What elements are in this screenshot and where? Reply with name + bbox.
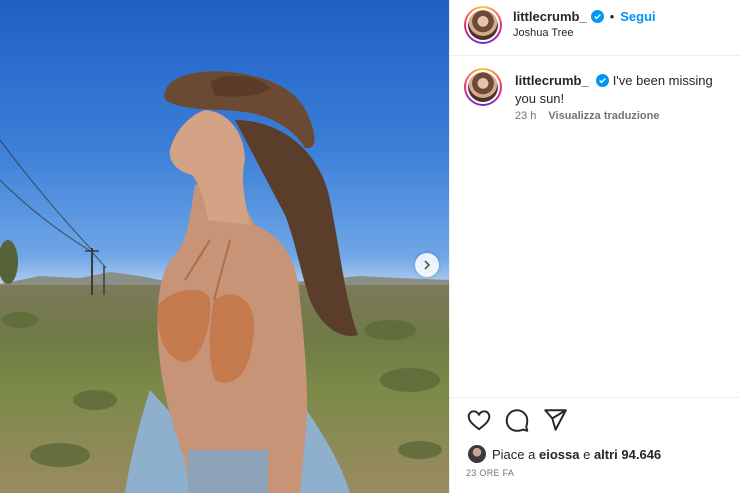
carousel-next-button[interactable] — [415, 253, 439, 277]
post-photo[interactable] — [0, 0, 449, 493]
chevron-right-icon — [424, 260, 431, 270]
paper-plane-icon — [544, 409, 567, 431]
liker-avatar[interactable] — [468, 445, 486, 463]
caption-avatar[interactable] — [464, 68, 502, 106]
author-avatar[interactable] — [464, 6, 502, 44]
share-button[interactable] — [542, 407, 568, 433]
post-header: littlecrumb_ • Segui Joshua Tree — [450, 0, 740, 56]
verified-badge-icon — [595, 74, 609, 87]
post-location[interactable]: Joshua Tree — [513, 27, 574, 39]
avatar-photo — [468, 10, 498, 40]
caption-time[interactable]: 23 h — [515, 110, 536, 122]
likes-middle: e — [579, 446, 594, 462]
comment-button[interactable] — [504, 407, 530, 433]
author-username[interactable]: littlecrumb_ — [513, 9, 587, 24]
liker-username[interactable]: eiossa — [539, 447, 579, 462]
likes-count[interactable]: altri 94.646 — [594, 447, 661, 462]
avatar-photo — [468, 72, 498, 102]
post-caption: littlecrumb_ I've been missing you sun! — [515, 72, 737, 108]
likes-prefix: Piace a — [492, 446, 539, 462]
heart-icon — [467, 410, 491, 431]
follow-button[interactable]: Segui — [620, 9, 655, 24]
translate-link[interactable]: Visualizza traduzione — [548, 110, 659, 122]
comment-icon — [505, 409, 529, 432]
separator-dot: • — [609, 9, 615, 24]
person-figure — [0, 71, 442, 493]
caption-meta: 23 h Visualizza traduzione — [515, 110, 659, 122]
verified-badge-icon — [590, 10, 604, 23]
likes-summary: Piace a eiossa e altri 94.646 — [468, 445, 661, 463]
post-timestamp: 23 ORE FA — [466, 468, 515, 478]
post-side-panel: littlecrumb_ • Segui Joshua Tree littlec… — [449, 0, 740, 493]
caption-username[interactable]: littlecrumb_ — [515, 73, 589, 88]
like-button[interactable] — [466, 407, 492, 433]
actions-bar: Piace a eiossa e altri 94.646 23 ORE FA — [450, 397, 740, 493]
author-line: littlecrumb_ • Segui — [513, 9, 656, 24]
